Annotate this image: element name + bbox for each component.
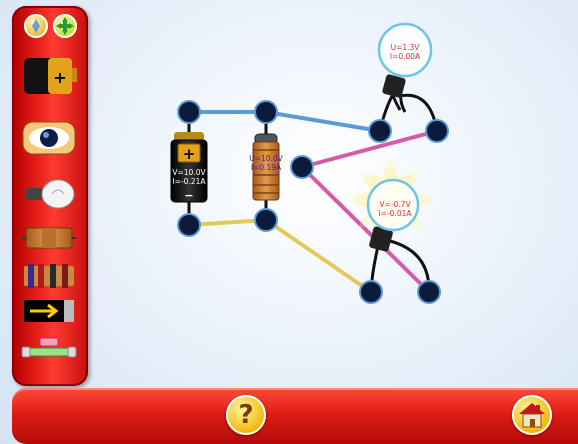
- battery-minus-label: −: [184, 189, 193, 202]
- gear-icon: [32, 19, 40, 33]
- resistor-voltage-label: U=10.0V: [249, 154, 283, 163]
- junction-node[interactable]: [254, 208, 278, 232]
- palette-fuse[interactable]: [20, 336, 78, 376]
- palette-wire[interactable]: [20, 222, 78, 262]
- switch-icon: [24, 300, 74, 322]
- wire-icon: [22, 227, 76, 249]
- resistors-icon: [24, 264, 74, 288]
- junction-node[interactable]: [254, 100, 278, 124]
- junction-node[interactable]: [425, 119, 449, 143]
- palette-bulb[interactable]: [20, 174, 78, 214]
- resistor-component[interactable]: U=10.0V I=0.19A: [249, 133, 284, 201]
- options-button[interactable]: [24, 14, 48, 38]
- palette-switch[interactable]: [20, 296, 78, 336]
- wire-yellow-2[interactable]: [264, 218, 373, 294]
- palette-battery[interactable]: +: [20, 52, 78, 94]
- battery-icon: +: [24, 58, 77, 94]
- component-palette: +: [12, 6, 88, 386]
- home-icon: [519, 403, 545, 428]
- junction-node[interactable]: [359, 280, 383, 304]
- junction-node[interactable]: [177, 213, 201, 237]
- svg-text:+: +: [53, 68, 66, 87]
- bulb-bottom-current-label: I=-0.01A: [378, 209, 412, 218]
- move-arrows-icon: [56, 17, 74, 35]
- help-button[interactable]: ?: [226, 395, 266, 435]
- lightbulb-top[interactable]: U=1.3V I=0.00A: [377, 22, 439, 132]
- battery-voltage-label: V=10.0V: [172, 168, 206, 177]
- junction-node[interactable]: [368, 119, 392, 143]
- battery-plus-label: +: [183, 145, 196, 163]
- battery-component[interactable]: + V=10.0V I=-0.21A −: [170, 132, 208, 203]
- junction-node[interactable]: [417, 280, 441, 304]
- wire-blue-2[interactable]: [265, 110, 381, 133]
- bulb-top-voltage-label: U=1.3V: [391, 43, 421, 52]
- lightbulb-icon: [26, 179, 75, 209]
- palette-resistor[interactable]: [20, 118, 78, 158]
- bottom-toolbar: ?: [12, 388, 578, 444]
- battery-current-label: I=-0.21A: [172, 177, 206, 186]
- junction-node[interactable]: [177, 100, 201, 124]
- bulb-top-current-label: I=0.00A: [390, 52, 421, 61]
- home-button[interactable]: [512, 395, 552, 435]
- bulb-bottom-voltage-label: V=-0.7V: [379, 200, 411, 209]
- resistor-icon: [22, 121, 76, 155]
- question-icon: ?: [238, 400, 254, 430]
- palette-resistors[interactable]: [20, 260, 78, 300]
- junction-node[interactable]: [290, 155, 314, 179]
- resistor-current-label: I=0.19A: [251, 163, 282, 172]
- fuse-icon: [21, 337, 77, 358]
- move-button[interactable]: [53, 14, 77, 38]
